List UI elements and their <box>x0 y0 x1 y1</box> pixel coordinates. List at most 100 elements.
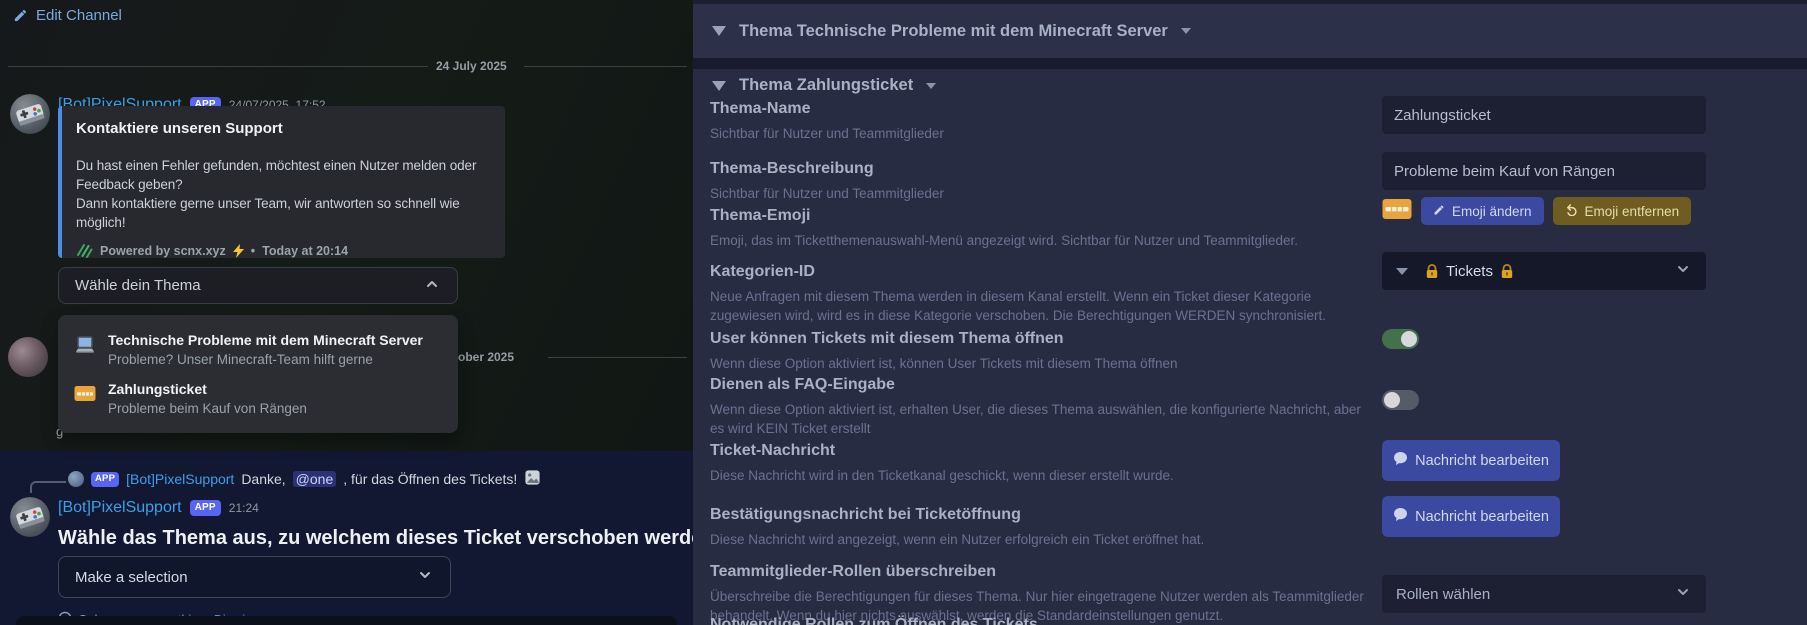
topic-settings-panel: Thema Technische Probleme mit dem Minecr… <box>693 0 1807 625</box>
field-description: Emoji, das im Ticketthemenauswahl-Menü a… <box>710 231 1378 250</box>
edit-channel-label: Edit Channel <box>36 7 122 24</box>
field-description: Wenn diese Option aktiviert ist, erhalte… <box>710 400 1378 438</box>
message-timestamp: 21:24 <box>229 501 259 515</box>
emoji-remove-button[interactable]: Emoji entfernen <box>1553 197 1692 225</box>
speech-bubble-icon <box>1393 451 1408 470</box>
option-description: Probleme? Unser Minecraft-Team hilft ger… <box>108 352 423 367</box>
funnel-icon <box>712 81 726 91</box>
field-label: Notwendige Rollen zum Öffnen des Tickets <box>710 614 1790 625</box>
field-description: Wenn diese Option aktiviert ist, können … <box>710 354 1378 373</box>
field-description: Diese Nachricht wird in den Ticketkanal … <box>710 466 1378 485</box>
move-target-select[interactable]: Make a selection <box>58 556 451 598</box>
field-faq: Dienen als FAQ-Eingabe Wenn diese Option… <box>710 374 1790 438</box>
field-description: Sichtbar für Nutzer und Teammitglieder <box>710 184 1378 203</box>
reply-spine <box>30 481 66 493</box>
move-select-placeholder: Make a selection <box>75 569 188 586</box>
lock-icon <box>1425 264 1439 279</box>
date-divider-line <box>548 357 687 358</box>
date-divider: 24 July 2025 <box>436 59 507 73</box>
thema-name-input[interactable] <box>1382 96 1706 134</box>
funnel-icon <box>712 26 726 36</box>
kategorie-select[interactable]: Tickets <box>1382 252 1706 290</box>
kategorie-select-value: Tickets <box>1446 263 1493 280</box>
user-open-tickets-toggle[interactable] <box>1382 329 1419 349</box>
rollen-select[interactable]: Rollen wählen <box>1382 575 1706 613</box>
chevron-down-icon <box>1181 28 1191 34</box>
thema-beschreibung-input[interactable] <box>1382 152 1706 190</box>
section-title: Thema Zahlungsticket <box>739 76 913 95</box>
reply-context[interactable]: APP [Bot]PixelSupport Danke, @one , für … <box>68 469 541 489</box>
field-description: Neue Anfragen mit diesem Thema werden in… <box>710 287 1378 325</box>
chevron-down-icon <box>1674 583 1692 605</box>
field-description: Diese Nachricht wird angezeigt, wenn ein… <box>710 530 1378 549</box>
chevron-down-icon <box>1674 260 1692 282</box>
app-badge: APP <box>91 472 119 487</box>
field-label: Ticket-Nachricht <box>710 440 1790 461</box>
avatar[interactable] <box>10 94 50 134</box>
field-label: Bestätigungsnachricht bei Ticketöffnung <box>710 504 1790 525</box>
chat-column: Edit Channel 24 July 2025 [Bot]PixelSupp… <box>0 0 693 625</box>
topic-select-placeholder: Wähle dein Thema <box>75 277 201 294</box>
option-description: Probleme beim Kauf von Rängen <box>108 401 307 416</box>
option-title: Technische Probleme mit dem Minecraft Se… <box>108 332 423 348</box>
app-badge: APP <box>190 500 221 516</box>
emoji-change-button[interactable]: Emoji ändern <box>1421 197 1544 225</box>
date-divider-line <box>8 66 428 67</box>
topic-select[interactable]: Wähle dein Thema <box>58 267 458 304</box>
laptop-icon <box>74 336 96 359</box>
edit-confirmation-message-button[interactable]: Nachricht bearbeiten <box>1382 496 1560 537</box>
option-payment-ticket[interactable]: Zahlungsticket Probleme beim Kauf von Rä… <box>58 374 458 423</box>
move-ticket-heading: Wähle das Thema aus, zu welchem dieses T… <box>58 527 693 550</box>
embed-description: Du hast einen Fehler gefunden, möchtest … <box>76 156 494 232</box>
chevron-up-icon <box>423 275 441 297</box>
pencil-icon <box>13 8 28 23</box>
pencil-icon <box>1433 204 1445 219</box>
undo-icon <box>1565 203 1578 219</box>
section-zahlungsticket-expanded[interactable]: Thema Zahlungsticket <box>712 76 936 95</box>
edit-channel-link[interactable]: Edit Channel <box>13 7 122 24</box>
option-title: Zahlungsticket <box>108 381 307 397</box>
embed-title: Kontaktiere unseren Support <box>76 120 491 137</box>
field-label: User können Tickets mit diesem Thema öff… <box>710 328 1790 349</box>
chevron-down-icon <box>926 83 936 89</box>
embed-footer: Powered by scnx.xyz • Today at 20:14 <box>76 242 491 259</box>
reply-username[interactable]: [Bot]PixelSupport <box>126 471 234 487</box>
message-input-bar[interactable] <box>16 616 677 625</box>
support-embed: Kontaktiere unseren Support Du hast eine… <box>58 106 505 258</box>
field-ticket-nachricht: Ticket-Nachricht Diese Nachricht wird in… <box>710 440 1790 485</box>
embed-footer-time: Today at 20:14 <box>262 244 348 258</box>
edit-ticket-message-button[interactable]: Nachricht bearbeiten <box>1382 440 1560 481</box>
section-title: Thema Technische Probleme mit dem Minecr… <box>739 22 1168 41</box>
message-username[interactable]: [Bot]PixelSupport <box>58 499 182 517</box>
triangle-down-icon <box>1396 268 1408 275</box>
field-bestaetigungsnachricht: Bestätigungsnachricht bei Ticketöffnung … <box>710 504 1790 549</box>
avatar[interactable] <box>10 497 50 537</box>
lock-icon <box>1500 264 1514 279</box>
reply-text: , für das Öffnen des Tickets! <box>343 471 517 487</box>
field-user-open-tickets: User können Tickets mit diesem Thema öff… <box>710 328 1790 373</box>
topic-options-dropdown: Technische Probleme mit dem Minecraft Se… <box>58 315 458 433</box>
avatar <box>68 471 84 487</box>
message-header: [Bot]PixelSupport APP 21:24 <box>58 499 259 517</box>
field-label: Dienen als FAQ-Eingabe <box>710 374 1790 395</box>
field-thema-emoji: Thema-Emoji Emoji, das im Ticketthemenau… <box>710 205 1790 250</box>
embed-footer-text: Powered by scnx.xyz <box>100 244 226 258</box>
option-minecraft-problems[interactable]: Technische Probleme mit dem Minecraft Se… <box>58 325 458 374</box>
section-minecraft-collapsed[interactable]: Thema Technische Probleme mit dem Minecr… <box>693 4 1807 58</box>
date-divider-line <box>524 66 687 67</box>
faq-toggle[interactable] <box>1382 390 1419 410</box>
lightning-icon <box>233 244 244 258</box>
gamepad-avatar <box>10 94 50 134</box>
credit-card-icon <box>74 385 96 407</box>
rollen-select-value: Rollen wählen <box>1396 586 1490 603</box>
speech-bubble-icon <box>1393 507 1408 526</box>
user-mention[interactable]: @one <box>293 471 337 487</box>
field-thema-name: Thema-Name Sichtbar für Nutzer und Teamm… <box>710 98 1790 143</box>
field-notwendige-rollen: Notwendige Rollen zum Öffnen des Tickets <box>710 614 1790 625</box>
reply-text: Danke, <box>241 471 285 487</box>
date-divider-partial: ober 2025 <box>458 350 514 364</box>
chevron-down-icon <box>416 566 434 588</box>
image-icon <box>524 469 541 489</box>
avatar[interactable] <box>8 337 48 377</box>
credit-card-icon <box>1382 198 1412 225</box>
